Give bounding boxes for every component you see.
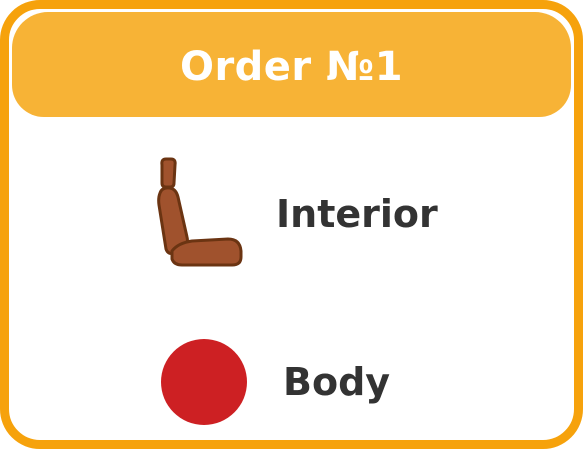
order-card: Order №1 Interior Body: [0, 0, 583, 449]
item-label-body: Body: [283, 360, 391, 404]
order-item-body: Body: [149, 329, 390, 435]
color-swatch-icon: [161, 339, 247, 425]
order-title: Order №1: [179, 43, 404, 90]
car-seat-icon: [157, 157, 243, 267]
order-header: Order №1: [12, 12, 571, 117]
order-item-interior: Interior: [144, 149, 438, 279]
item-label-interior: Interior: [276, 192, 438, 236]
